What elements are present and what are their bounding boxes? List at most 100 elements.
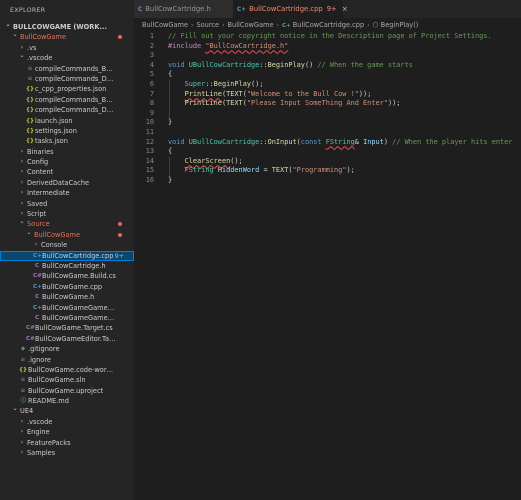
breadcrumb-item[interactable]: BullCowCartridge.cpp xyxy=(293,21,364,29)
code-line[interactable]: 10} xyxy=(134,118,521,128)
tree-file[interactable]: {} c_cpp_properties.json xyxy=(0,84,134,94)
tree-folder[interactable]: › Engine xyxy=(0,427,134,437)
tree-file[interactable]: C BullCowCartridge.h xyxy=(0,261,134,271)
tree-file[interactable]: C+BullCowGameGameModeBase.cpp xyxy=(0,303,134,313)
code-token: PrintLine xyxy=(184,99,222,108)
tree-folder[interactable]: ⌄ BullCowGame xyxy=(0,32,134,42)
breadcrumb-item[interactable]: BeginPlay() xyxy=(381,21,419,29)
tab-bullcowcartridge-cpp[interactable]: C+ BullCowCartridge.cpp 9+ × xyxy=(233,0,348,18)
tree-item-label: tasks.json xyxy=(35,137,68,146)
tab-bullcowcartridge-h[interactable]: C BullCowCartridge.h xyxy=(134,0,233,18)
code-line[interactable]: 13 { xyxy=(134,147,521,157)
tree-file[interactable]: C# BullCowGame.Build.cs xyxy=(0,271,134,281)
chevron-right-icon[interactable]: › xyxy=(18,209,26,219)
chevron-down-icon[interactable]: ⌄ xyxy=(18,53,26,61)
tree-folder[interactable]: › Console xyxy=(0,240,134,250)
tree-file[interactable]: ≡ BullCowGame.sln xyxy=(0,375,134,385)
chevron-down-icon[interactable]: ⌄ xyxy=(4,22,12,30)
chevron-right-icon[interactable]: › xyxy=(18,178,26,188)
tree-folder[interactable]: › DerivedDataCache xyxy=(0,178,134,188)
tree-file[interactable]: {}compileCommands_BullCowGame... xyxy=(0,95,134,105)
tree-file[interactable]: {} launch.json xyxy=(0,116,134,126)
code-line[interactable]: 1 // Fill out your copyright notice in th… xyxy=(134,32,521,42)
tree-folder[interactable]: ⌄ BULLCOWGAME (WORK... xyxy=(0,22,134,32)
tree-file[interactable]: {}BullCowGame.code-workspace xyxy=(0,365,134,375)
code-line[interactable]: 5{ xyxy=(134,70,521,80)
code-line[interactable]: 6 Super::BeginPlay(); xyxy=(134,80,521,90)
close-icon[interactable]: × xyxy=(342,5,348,13)
chevron-right-icon[interactable]: › xyxy=(18,438,26,448)
chevron-right-icon[interactable]: › xyxy=(18,147,26,157)
code-line[interactable]: 8 PrintLine(TEXT("Please Input SomeThing… xyxy=(134,99,521,109)
code-line[interactable]: 15 FString HiddenWord = TEXT("Programmin… xyxy=(134,166,521,176)
tree-folder[interactable]: › Script xyxy=(0,209,134,219)
code-text: ClearScreen(); xyxy=(168,157,243,167)
tree-file[interactable]: ≡ BullCowGame.uproject xyxy=(0,386,134,396)
chevron-down-icon[interactable]: ⌄ xyxy=(11,32,19,40)
tree-file[interactable]: CBullCowGameGameModeBase.h xyxy=(0,313,134,323)
tree-folder[interactable]: › FeaturePacks xyxy=(0,438,134,448)
code-line[interactable]: 7 PrintLine(TEXT("Welcome to the Bull Co… xyxy=(134,90,521,100)
tree-file[interactable]: ≡ .ignore xyxy=(0,355,134,365)
tree-file[interactable]: ≡compileCommands_BullCowGame xyxy=(0,64,134,74)
code-token: } xyxy=(168,175,173,184)
tree-file[interactable]: {} tasks.json xyxy=(0,136,134,146)
code-line[interactable]: 11 xyxy=(134,128,521,138)
code-line[interactable]: 4 void UBullCowCartridge::BeginPlay() // … xyxy=(134,61,521,71)
code-editor[interactable]: 1 // Fill out your copyright notice in th… xyxy=(134,32,521,186)
tree-folder[interactable]: ⌄ .vscode xyxy=(0,53,134,63)
chevron-right-icon[interactable]: › xyxy=(18,417,26,427)
chevron-right-icon[interactable]: › xyxy=(18,199,26,209)
tree-folder[interactable]: › Content xyxy=(0,167,134,177)
code-token: (); xyxy=(230,156,243,165)
tab-label: BullCowCartridge.cpp xyxy=(249,5,323,13)
code-line[interactable]: 12 void UBullCowCartridge::OnInput(const … xyxy=(134,138,521,148)
tree-item-label: BullCowGame.uproject xyxy=(28,386,104,395)
tree-folder[interactable]: › Binaries xyxy=(0,147,134,157)
tree-folder[interactable]: › Saved xyxy=(0,199,134,209)
chevron-right-icon[interactable]: › xyxy=(18,167,26,177)
tree-item-label: BullCowCartridge.h xyxy=(42,261,106,270)
chevron-right-icon[interactable]: › xyxy=(32,240,40,250)
chevron-right-icon: › xyxy=(222,22,225,29)
tree-file[interactable]: ≡compileCommands_Default xyxy=(0,74,134,84)
tree-file[interactable]: ◆ .gitignore xyxy=(0,344,134,354)
breadcrumb-item[interactable]: BullCowGame xyxy=(142,21,188,29)
line-number: 11 xyxy=(145,127,154,136)
tree-folder[interactable]: › Samples xyxy=(0,448,134,458)
tree-folder[interactable]: › Config xyxy=(0,157,134,167)
tree-file[interactable]: C BullCowGame.h xyxy=(0,292,134,302)
breadcrumb-item[interactable]: BullCowGame xyxy=(228,21,274,29)
tree-file[interactable]: C+ BullCowGame.cpp xyxy=(0,282,134,292)
tree-folder[interactable]: › .vscode xyxy=(0,417,134,427)
tree-file[interactable]: {} settings.json xyxy=(0,126,134,136)
tree-item-label: compileCommands_Default xyxy=(35,74,116,83)
tree-folder[interactable]: › .vs xyxy=(0,43,134,53)
tree-file[interactable]: C#BullCowGameEditor.Target.cs xyxy=(0,334,134,344)
code-line[interactable]: 9 xyxy=(134,109,521,119)
code-line[interactable]: 2 #include "BullCowCartridge.h" xyxy=(134,42,521,52)
tree-file[interactable]: C+ BullCowCartridge.cpp 9+ xyxy=(0,250,134,261)
chevron-down-icon[interactable]: ⌄ xyxy=(18,219,26,227)
chevron-right-icon[interactable]: › xyxy=(18,427,26,437)
breadcrumb-item[interactable]: Source xyxy=(196,21,219,29)
code-text: { xyxy=(168,70,172,80)
tree-folder[interactable]: ⌄ Source xyxy=(0,219,134,229)
tree-file[interactable]: C# BullCowGame.Target.cs xyxy=(0,323,134,333)
tree-folder[interactable]: ⌄ UE4 xyxy=(0,406,134,416)
chevron-down-icon[interactable]: ⌄ xyxy=(25,230,33,238)
chevron-right-icon[interactable]: › xyxy=(18,43,26,53)
tree-folder[interactable]: › Intermediate xyxy=(0,188,134,198)
tree-file[interactable]: ⓘ README.md xyxy=(0,396,134,406)
chevron-right-icon[interactable]: › xyxy=(18,157,26,167)
code-line[interactable]: 16} xyxy=(134,176,521,186)
code-line[interactable]: 14 ClearScreen(); xyxy=(134,157,521,167)
chevron-right-icon[interactable]: › xyxy=(18,188,26,198)
tree-folder[interactable]: ⌄ BullCowGame xyxy=(0,230,134,240)
chevron-down-icon[interactable]: ⌄ xyxy=(11,406,19,414)
indent-guide xyxy=(169,80,170,119)
tree-file[interactable]: {}compileCommands_Default.json xyxy=(0,105,134,115)
chevron-right-icon[interactable]: › xyxy=(18,448,26,458)
code-line[interactable]: 3 xyxy=(134,51,521,61)
code-token: { xyxy=(168,70,173,79)
